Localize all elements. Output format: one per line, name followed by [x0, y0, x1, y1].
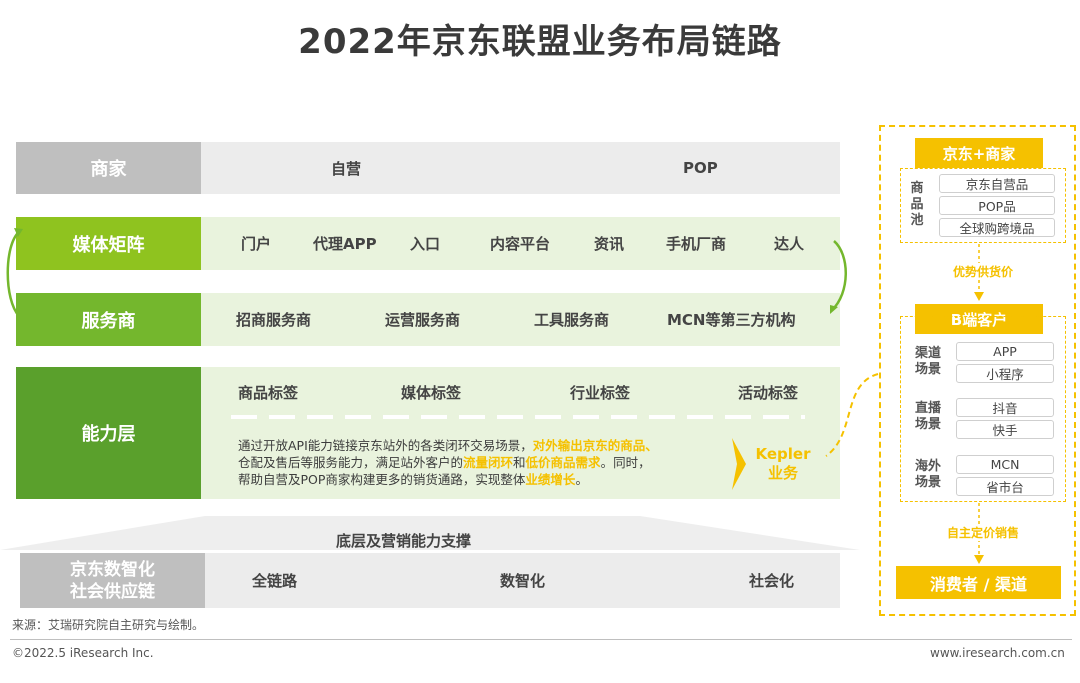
service-provider-header: 服务商 — [16, 293, 201, 346]
capability-tag: 活动标签 — [738, 383, 799, 402]
foundation-header: 京东数智化 社会供应链 — [20, 553, 205, 608]
media-item: 内容平台 — [490, 235, 551, 253]
website-link[interactable]: www.iresearch.com.cn — [930, 646, 1065, 660]
copyright: ©2022.5 iResearch Inc. — [12, 646, 154, 660]
media-matrix-body: 门户 代理APP 入口 内容平台 资讯 手机厂商 达人 — [201, 217, 840, 270]
merchant-header: 商家 — [16, 142, 201, 194]
media-item: 门户 — [241, 235, 272, 253]
left-curved-arrow-icon — [6, 228, 23, 317]
scenario-item: 小程序 — [956, 364, 1054, 383]
merchant-body: 自营 POP — [201, 142, 840, 194]
service-provider-body: 招商服务商 运营服务商 工具服务商 MCN等第三方机构 — [201, 293, 840, 346]
scenario-item: MCN — [956, 455, 1054, 474]
service-item: 运营服务商 — [385, 311, 461, 329]
media-matrix-header: 媒体矩阵 — [16, 217, 201, 270]
footer-divider — [10, 639, 1072, 640]
supply-price-label: 优势供货价 — [900, 263, 1066, 280]
foundation-body: 全链路 数智化 社会化 — [205, 553, 840, 608]
media-item: 代理APP — [313, 235, 377, 253]
scenario-item: 省市台 — [956, 477, 1054, 496]
capability-layer-header: 能力层 — [16, 367, 201, 499]
product-pool-label: 商 品 池 — [910, 181, 924, 228]
self-pricing-label: 自主定价销售 — [900, 524, 1066, 541]
kepler-business-label: Kepler 业务 — [755, 445, 811, 482]
media-item: 达人 — [774, 235, 805, 253]
media-item: 手机厂商 — [666, 235, 727, 253]
foundation-item: 社会化 — [749, 572, 795, 590]
service-item: MCN等第三方机构 — [667, 311, 796, 329]
media-item: 入口 — [410, 235, 441, 253]
page-title: 2022年京东联盟业务布局链路 — [298, 22, 782, 62]
scenario-item: 抖音 — [956, 398, 1054, 417]
scenario-label: 直播 场景 — [914, 401, 941, 432]
foundation-item: 全链路 — [252, 572, 298, 590]
service-item: 工具服务商 — [534, 311, 610, 329]
capability-tag: 行业标签 — [570, 383, 631, 402]
capability-tag: 媒体标签 — [401, 383, 462, 402]
foundation-item: 数智化 — [500, 572, 546, 590]
scenario-item: 快手 — [956, 420, 1054, 439]
dashed-divider — [231, 415, 805, 419]
capability-description: 通过开放API能力链接京东站外的各类闭环交易场景，对外输出京东的商品、 仓配及售… — [238, 438, 658, 487]
jd-merchant-box: 京东+商家 — [915, 138, 1043, 168]
pool-item: 全球购跨境品 — [939, 218, 1055, 237]
scenario-item: APP — [956, 342, 1054, 361]
capability-tag: 商品标签 — [238, 383, 299, 402]
merchant-item: POP — [683, 159, 718, 177]
consumer-channel-box: 消费者 / 渠道 — [896, 566, 1061, 599]
source-note: 来源：艾瑞研究院自主研究与绘制。 — [12, 618, 205, 632]
chevron-right-icon — [732, 438, 746, 490]
scenario-label: 海外 场景 — [914, 459, 941, 490]
media-item: 资讯 — [594, 235, 625, 253]
scenario-label: 渠道 场景 — [914, 346, 941, 377]
service-item: 招商服务商 — [236, 311, 312, 329]
foundation-caption: 底层及营销能力支撑 — [336, 532, 472, 550]
capability-layer-body: 商品标签 媒体标签 行业标签 活动标签 通过开放API能力链接京东站外的各类闭环… — [201, 367, 840, 499]
merchant-item: 自营 — [331, 159, 362, 178]
pool-item: 京东自营品 — [939, 174, 1055, 193]
dashed-connector — [825, 373, 879, 457]
right-curved-arrow-icon — [830, 240, 847, 314]
pool-item: POP品 — [939, 196, 1055, 215]
